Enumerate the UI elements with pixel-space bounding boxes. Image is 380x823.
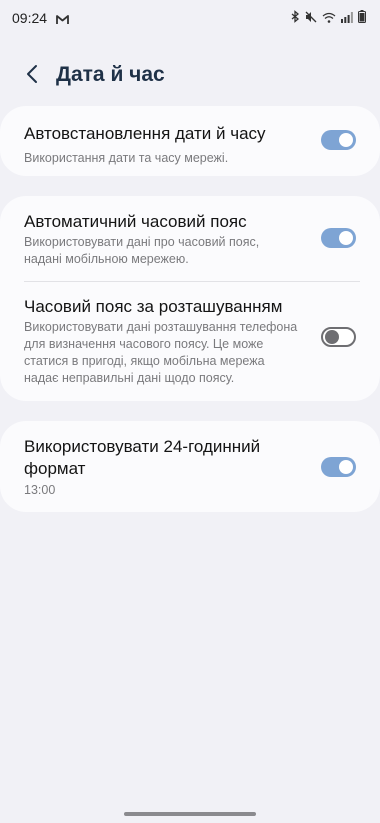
- auto-timezone-toggle[interactable]: [321, 228, 356, 248]
- setting-title: Автоматичний часовий пояс: [24, 212, 247, 231]
- setting-row-auto-datetime[interactable]: Автовстановлення дати й часу Використанн…: [0, 106, 380, 176]
- toggle-knob: [339, 460, 353, 474]
- gesture-nav-handle[interactable]: [124, 812, 256, 816]
- mute-icon: [305, 10, 317, 28]
- setting-subtitle: Використовувати дані розташування телефо…: [24, 320, 298, 385]
- setting-title: Часовий пояс за розташуванням: [24, 297, 283, 316]
- toggle-knob: [339, 231, 353, 245]
- bluetooth-icon: [291, 10, 300, 28]
- setting-row-auto-timezone[interactable]: Автоматичний часовий пояс Використовуват…: [0, 196, 380, 280]
- settings-card-timezone: Автоматичний часовий пояс Використовуват…: [0, 196, 380, 401]
- setting-row-location-timezone[interactable]: Часовий пояс за розташуванням Використов…: [0, 282, 380, 401]
- setting-subtitle: Використовувати дані про часовий пояс, н…: [24, 235, 260, 266]
- toggle-knob: [339, 133, 353, 147]
- auto-datetime-toggle[interactable]: [321, 130, 356, 150]
- settings-card-auto-datetime: Автовстановлення дати й часу Використанн…: [0, 106, 380, 176]
- page-title: Дата й час: [56, 63, 165, 86]
- setting-subtitle: 13:00: [24, 483, 56, 497]
- 24h-format-toggle[interactable]: [321, 457, 356, 477]
- toggle-knob: [325, 330, 339, 344]
- setting-title: Використовувати 24-годинний формат: [24, 437, 261, 478]
- status-icons: [291, 10, 366, 28]
- location-timezone-toggle[interactable]: [321, 327, 356, 347]
- status-time: 09:24: [12, 10, 48, 26]
- signal-icon: [341, 10, 353, 28]
- settings-card-time-format: Використовувати 24-годинний формат 13:00: [0, 421, 380, 512]
- setting-subtitle: Використання дати та часу мережі.: [24, 151, 229, 165]
- header: Дата й час: [0, 56, 380, 96]
- gmail-icon: [56, 12, 69, 30]
- back-button[interactable]: [18, 62, 46, 90]
- wifi-icon: [322, 10, 336, 28]
- setting-row-24h-format[interactable]: Використовувати 24-годинний формат 13:00: [0, 421, 380, 512]
- status-bar: 09:24: [0, 0, 380, 36]
- battery-icon: [358, 10, 366, 28]
- setting-title: Автовстановлення дати й часу: [24, 124, 266, 143]
- chevron-left-icon: [26, 64, 38, 89]
